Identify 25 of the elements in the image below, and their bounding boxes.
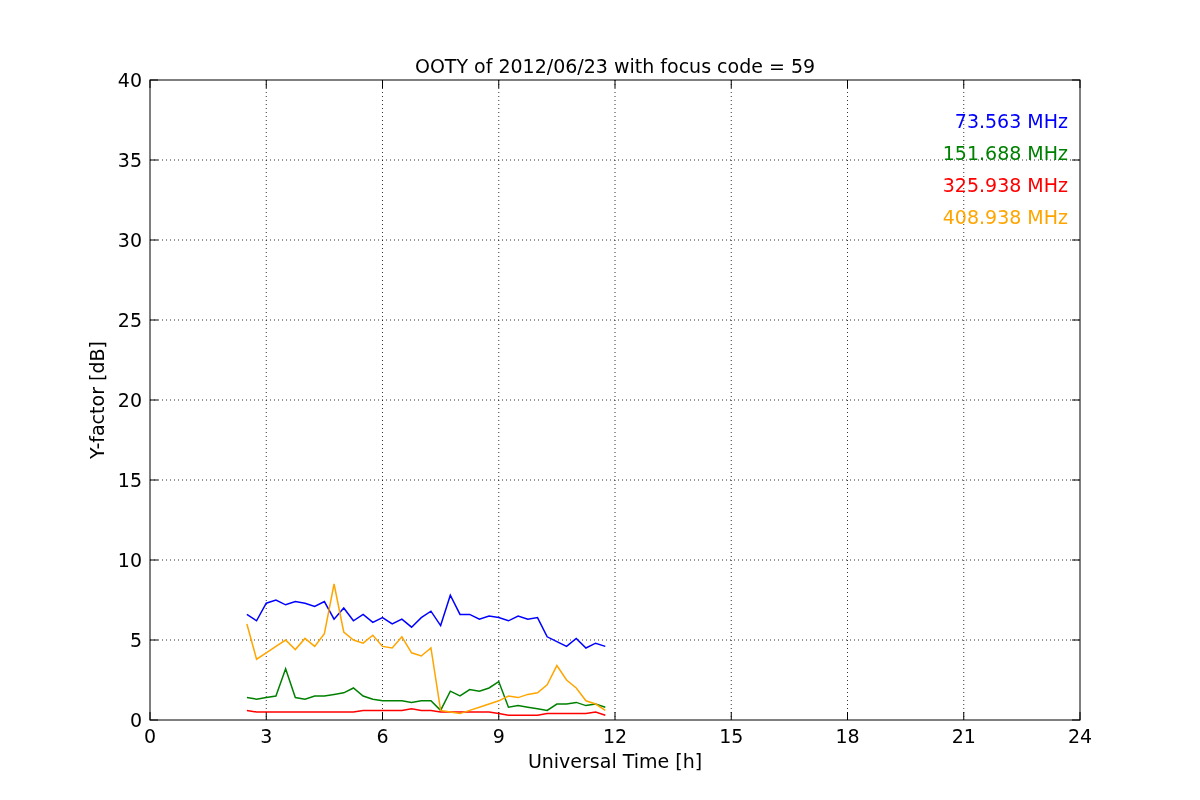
x-tick-label: 21	[951, 725, 976, 747]
y-tick-label: 25	[117, 309, 142, 331]
y-axis-title: Y-factor [dB]	[86, 341, 108, 459]
x-tick-label: 0	[143, 725, 157, 747]
x-tick-label: 9	[492, 725, 505, 747]
y-tick-label: 30	[117, 229, 142, 251]
y-tick-label: 5	[129, 629, 142, 651]
x-axis-title: Universal Time [h]	[527, 750, 703, 772]
legend-label: 408.938 MHz	[942, 206, 1068, 228]
y-tick-label: 40	[117, 69, 142, 91]
x-tick-label: 15	[719, 725, 744, 747]
x-tick-label: 24	[1067, 725, 1093, 747]
legend-label: 73.563 MHz	[954, 110, 1068, 132]
y-tick-label: 15	[117, 469, 142, 491]
x-tick-label: 12	[602, 725, 628, 747]
y-tick-label: 10	[117, 549, 142, 571]
x-tick-label: 6	[376, 725, 389, 747]
x-tick-label: 3	[260, 725, 273, 747]
y-tick-label: 20	[117, 389, 142, 411]
legend-label: 325.938 MHz	[942, 174, 1068, 196]
legend-label: 151.688 MHz	[942, 142, 1068, 164]
x-tick-label: 18	[835, 725, 860, 747]
y-tick-label: 35	[117, 149, 142, 171]
y-tick-label: 0	[129, 709, 142, 731]
chart-title: OOTY of 2012/06/23 with focus code = 59	[414, 55, 816, 77]
